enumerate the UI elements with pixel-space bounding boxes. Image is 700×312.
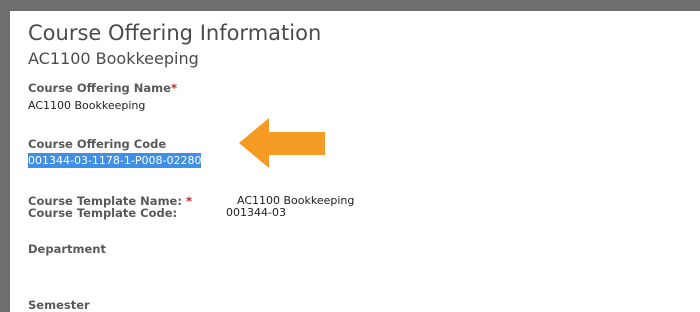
page-title: Course Offering Information <box>28 21 322 45</box>
offering-code-label: Course Offering Code <box>28 137 167 151</box>
offering-code-value[interactable]: 001344-03-1178-1-P008-02280 <box>28 153 202 168</box>
template-code-value: 001344-03 <box>226 206 286 219</box>
required-marker: * <box>185 194 192 208</box>
offering-code-selection[interactable]: 001344-03-1178-1-P008-02280 <box>28 153 202 168</box>
offering-name-value: AC1100 Bookkeeping <box>28 99 146 112</box>
page-subtitle: AC1100 Bookkeeping <box>28 49 199 68</box>
semester-label: Semester <box>28 298 90 312</box>
arrow-left-icon <box>239 118 325 168</box>
course-offering-panel: Course Offering Information AC1100 Bookk… <box>10 11 700 312</box>
required-marker: * <box>170 81 177 95</box>
department-label: Department <box>28 242 106 256</box>
template-code-label: Course Template Code: <box>28 206 178 220</box>
offering-name-label-text: Course Offering Name <box>28 81 171 95</box>
offering-name-label: Course Offering Name* <box>28 81 177 95</box>
